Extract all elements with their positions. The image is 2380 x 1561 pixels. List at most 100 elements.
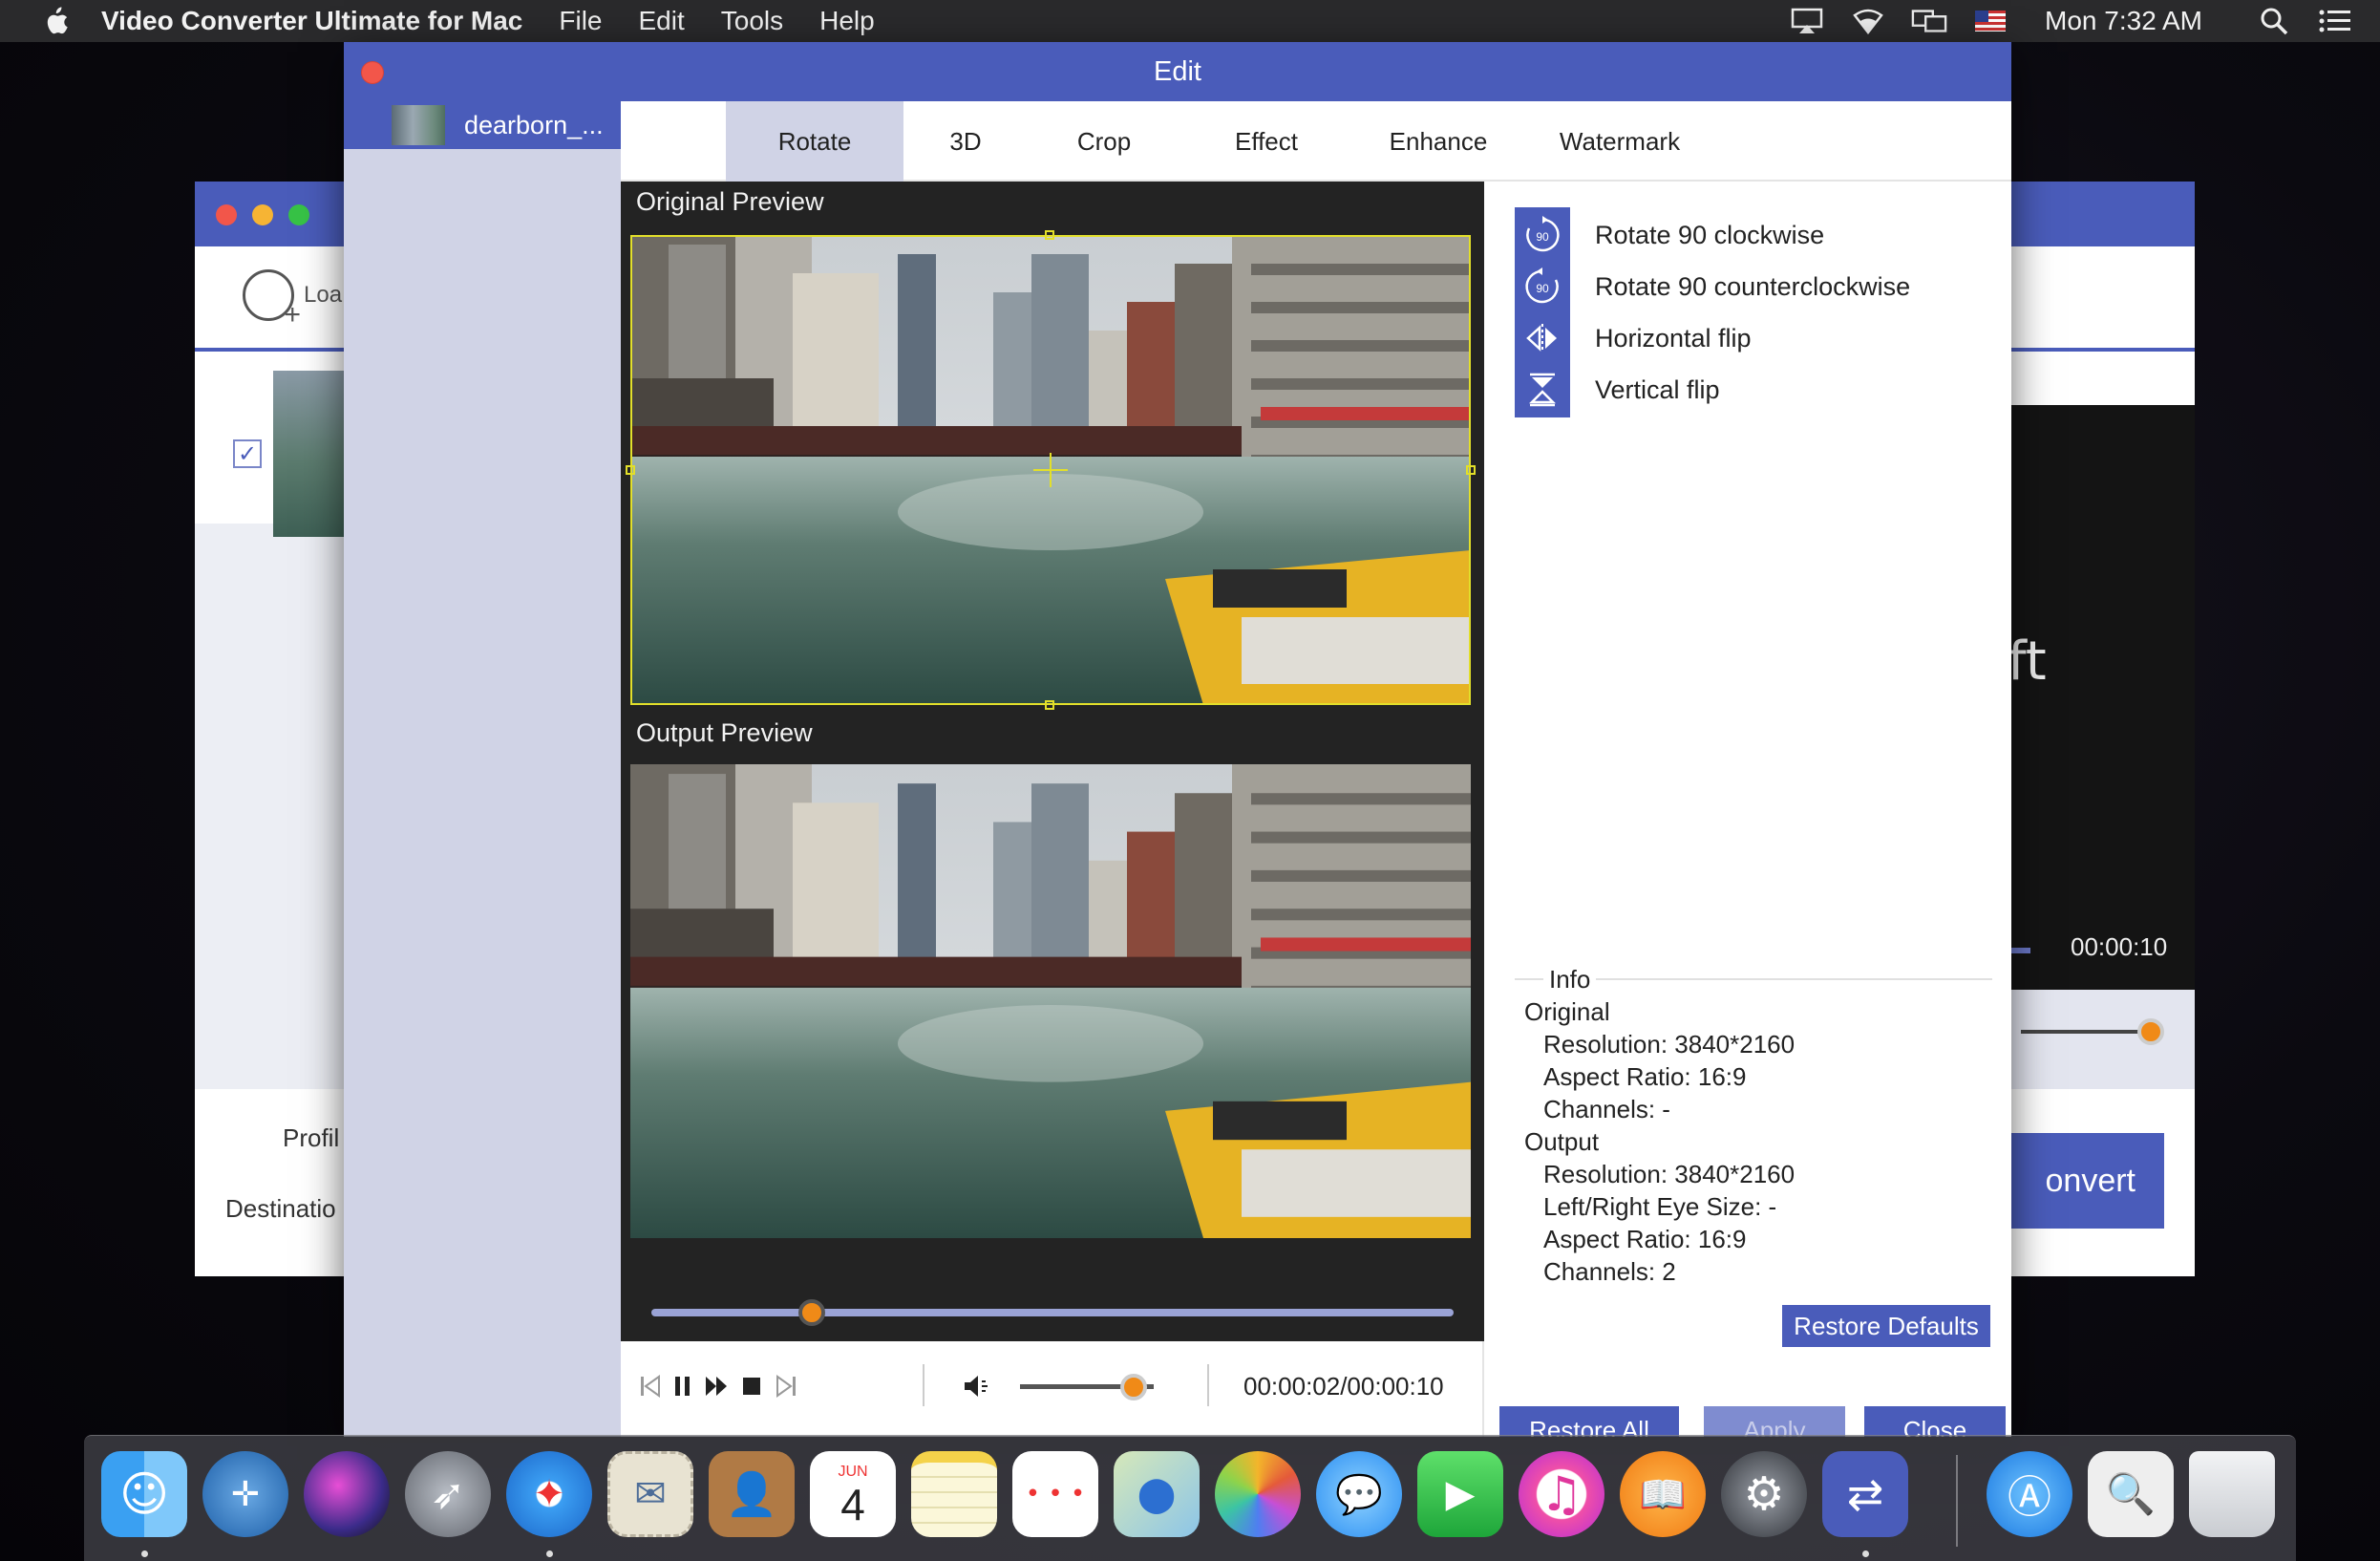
player-volume-track[interactable] <box>2021 1030 2145 1034</box>
seek-track[interactable] <box>651 1309 1454 1316</box>
photos-icon[interactable] <box>1215 1451 1301 1537</box>
tab-crop-label: Crop <box>1076 126 1132 156</box>
player-progress[interactable] <box>2009 948 2030 953</box>
fast-forward-icon[interactable] <box>701 1370 733 1402</box>
close-button[interactable]: Close <box>1864 1406 2006 1437</box>
itunes-icon[interactable]: ♫ <box>1519 1451 1604 1537</box>
menu-edit[interactable]: Edit <box>639 6 685 36</box>
main-minimize-button[interactable] <box>252 204 273 225</box>
menu-file[interactable]: File <box>559 6 602 36</box>
maps-icon[interactable]: ⬤ <box>1114 1451 1200 1537</box>
reminders-icon[interactable]: • • • <box>1012 1451 1098 1537</box>
launchpad-icon[interactable]: ➶ <box>405 1451 491 1537</box>
destination-label: Destinatio <box>225 1194 336 1223</box>
crop-handle-top[interactable] <box>1045 230 1054 240</box>
airplay-icon[interactable] <box>1789 7 1825 35</box>
skip-forward-icon[interactable] <box>770 1370 802 1402</box>
app-name[interactable]: Video Converter Ultimate for Mac <box>101 6 522 36</box>
tab-effect[interactable]: Effect <box>1180 101 1352 182</box>
rotate-counterclockwise-icon: 90 <box>1515 259 1570 314</box>
player-overlay-text: ft <box>2008 631 2047 693</box>
dock: ☺ ✛ ➶ ✦ ✉ 👤 JUN 4 • • • ⬤ 💬 ▶ ♫ 📖 ⚙ ⇄ Ⓐ … <box>84 1435 2296 1561</box>
siri-icon[interactable] <box>304 1451 390 1537</box>
volume-icon[interactable] <box>963 1370 995 1402</box>
info-original-heading: Original <box>1524 997 1610 1026</box>
file-checkbox[interactable]: ✓ <box>233 439 262 468</box>
main-zoom-button[interactable] <box>288 204 309 225</box>
rotate-clockwise-option[interactable]: 90 Rotate 90 clockwise <box>1515 206 1824 264</box>
tab-watermark[interactable]: Watermark <box>1524 101 1715 182</box>
mail-stamp-icon[interactable]: ✉ <box>607 1451 693 1537</box>
contacts-icon[interactable]: 👤 <box>709 1451 795 1537</box>
notes-icon[interactable] <box>911 1451 997 1537</box>
tab-enhance[interactable]: Enhance <box>1352 101 1524 182</box>
horizontal-flip-icon <box>1515 310 1570 366</box>
menu-tools[interactable]: Tools <box>721 6 783 36</box>
horizontal-flip-option[interactable]: Horizontal flip <box>1515 310 1752 367</box>
seek-knob[interactable] <box>798 1299 825 1326</box>
edit-titlebar: Edit <box>344 42 2011 101</box>
clock[interactable]: Mon 7:32 AM <box>2045 6 2202 36</box>
spotlight-icon[interactable] <box>2256 7 2292 35</box>
rotate-clockwise-icon: 90 <box>1515 207 1570 263</box>
edit-close-button[interactable] <box>361 61 384 84</box>
messages-icon[interactable]: 💬 <box>1316 1451 1402 1537</box>
system-preferences-icon[interactable]: ⚙ <box>1721 1451 1807 1537</box>
network-radar-icon[interactable]: ✛ <box>202 1451 288 1537</box>
svg-text:90: 90 <box>1536 282 1549 295</box>
tab-3d[interactable]: 3D <box>903 101 1028 182</box>
vertical-flip-label: Vertical flip <box>1595 374 1720 404</box>
stop-icon[interactable] <box>735 1370 768 1402</box>
svg-text:90: 90 <box>1536 230 1549 244</box>
rotate-panel: 90 Rotate 90 clockwise 90 Rotate 90 coun… <box>1484 182 2011 1437</box>
rotate-clockwise-label: Rotate 90 clockwise <box>1595 220 1825 249</box>
edit-window: Edit dearborn_... Rotate 3D Crop Effect … <box>344 42 2011 1437</box>
add-file-icon <box>243 269 301 331</box>
trash-icon[interactable] <box>2189 1451 2275 1537</box>
preview-icon[interactable]: 🔍 <box>2088 1451 2174 1537</box>
display-icon[interactable] <box>1911 7 1947 35</box>
safari-icon[interactable]: ✦ <box>506 1451 592 1537</box>
notification-center-icon[interactable] <box>2317 7 2353 35</box>
apply-button[interactable]: Apply <box>1704 1406 1845 1437</box>
wifi-icon[interactable] <box>1850 7 1886 35</box>
crop-handle-left[interactable] <box>626 465 635 475</box>
facetime-icon[interactable]: ▶ <box>1417 1451 1503 1537</box>
finder-icon[interactable]: ☺ <box>101 1451 187 1537</box>
finder-running-dot <box>141 1550 148 1557</box>
app-store-icon[interactable]: Ⓐ <box>1987 1451 2072 1537</box>
convert-button[interactable]: onvert <box>2009 1133 2164 1229</box>
video-converter-icon[interactable]: ⇄ <box>1822 1451 1908 1537</box>
apple-menu-icon[interactable] <box>36 2 74 40</box>
tab-rotate[interactable]: Rotate <box>726 101 903 182</box>
edit-sidebar: dearborn_... <box>344 101 621 1437</box>
tab-effect-label: Effect <box>1234 126 1298 156</box>
skip-back-icon[interactable] <box>634 1370 667 1402</box>
ibooks-icon[interactable]: 📖 <box>1620 1451 1706 1537</box>
us-flag-icon[interactable] <box>1972 7 2008 35</box>
volume-knob[interactable] <box>1120 1374 1147 1401</box>
controls-divider <box>1207 1364 1209 1406</box>
tab-crop[interactable]: Crop <box>1028 101 1180 182</box>
vertical-flip-option[interactable]: Vertical flip <box>1515 361 1720 418</box>
crop-handle-right[interactable] <box>1466 465 1476 475</box>
pause-icon[interactable] <box>667 1370 699 1402</box>
restore-all-button[interactable]: Restore All <box>1499 1406 1679 1437</box>
main-close-button[interactable] <box>216 204 237 225</box>
menu-help[interactable]: Help <box>819 6 875 36</box>
rotate-counterclockwise-option[interactable]: 90 Rotate 90 counterclockwise <box>1515 258 1910 315</box>
sidebar-file-thumbnail <box>392 105 445 145</box>
player-volume-knob[interactable] <box>2137 1018 2164 1045</box>
crop-center-crosshair-icon <box>1033 453 1068 487</box>
restore-defaults-button[interactable]: Restore Defaults <box>1782 1305 1990 1347</box>
calendar-icon[interactable]: JUN 4 <box>810 1451 896 1537</box>
crop-handle-bottom[interactable] <box>1045 700 1054 710</box>
controls-divider <box>923 1364 924 1406</box>
menu-bar: Video Converter Ultimate for Mac File Ed… <box>0 0 2380 42</box>
load-file-button[interactable]: Loa <box>243 269 342 331</box>
main-player <box>2009 405 2195 990</box>
info-output-channels: Channels: 2 <box>1543 1257 1676 1286</box>
vertical-flip-icon <box>1515 362 1570 417</box>
sidebar-file-item[interactable]: dearborn_... <box>344 101 621 149</box>
info-output-resolution: Resolution: 3840*2160 <box>1543 1160 1796 1188</box>
